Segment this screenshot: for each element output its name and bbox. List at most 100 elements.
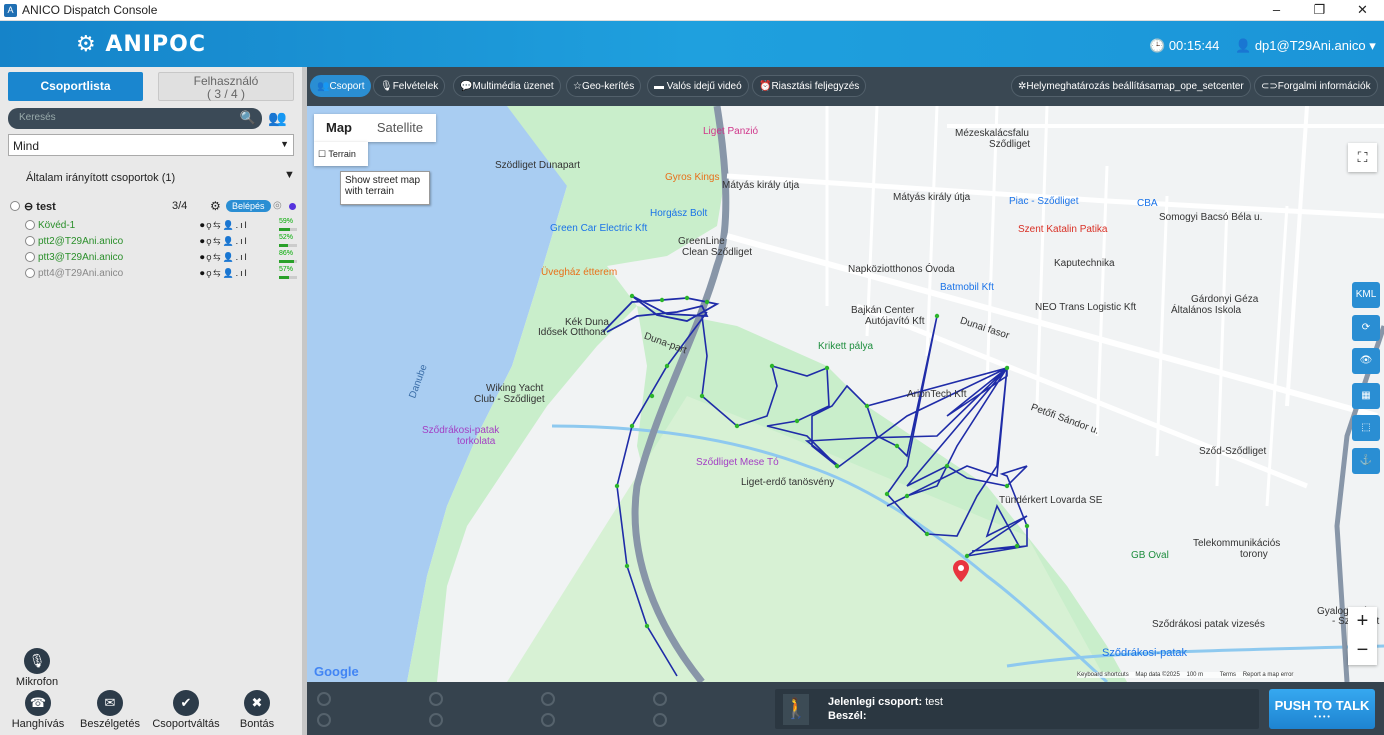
maximize-button[interactable]: ❐	[1298, 2, 1341, 18]
channel-slot[interactable]	[317, 692, 331, 706]
poi-label[interactable]: Green Car Electric Kft	[550, 223, 647, 234]
tool-location-settings[interactable]: ✲Helymeghatározás beállításamap_ope_setc…	[1011, 75, 1251, 97]
member-radio[interactable]	[25, 268, 35, 278]
tool-alarm-log[interactable]: ⏰Riasztási feljegyzés	[752, 75, 867, 97]
poi-label[interactable]: ArionTech Kft	[907, 389, 966, 400]
tool-multimedia[interactable]: 💬Multimédia üzenet	[453, 75, 561, 97]
channel-slot[interactable]	[541, 692, 555, 706]
member-action-icons[interactable]: ⏺⚲⇆👤.ıl	[200, 268, 249, 279]
tab-users[interactable]: Felhasználó ( 3 / 4 )	[158, 72, 294, 101]
poi-label[interactable]: Sződliget	[989, 139, 1030, 150]
poi-label[interactable]: Sződrákosi patak vizesés	[1152, 619, 1265, 630]
poi-label[interactable]: Sződ-Sződliget	[1199, 446, 1266, 457]
group-members-icon[interactable]: 👥	[268, 109, 287, 127]
poi-label[interactable]: Batmobil Kft	[940, 282, 994, 293]
collapse-icon[interactable]: ▼	[284, 169, 295, 181]
member-radio[interactable]	[25, 220, 35, 230]
member-row[interactable]: ptt4@T29Ani.anico ⏺⚲⇆👤.ıl 57%	[0, 266, 302, 282]
poi-label[interactable]: Kaputechnika	[1054, 258, 1115, 269]
disconnect-button[interactable]: ✖ Bontás	[232, 690, 282, 730]
member-action-icons[interactable]: ⏺⚲⇆👤.ıl	[200, 252, 249, 263]
channel-slot[interactable]	[653, 713, 667, 727]
member-radio[interactable]	[25, 236, 35, 246]
channel-slot[interactable]	[653, 692, 667, 706]
poi-label[interactable]: Piac - Sződliget	[1009, 196, 1078, 207]
microphone-button[interactable]: 🎙 Mikrofon	[12, 648, 62, 688]
poi-label[interactable]: torkolata	[457, 436, 495, 447]
poi-label[interactable]: Napköziotthonos Óvoda	[848, 264, 955, 275]
zoom-out-button[interactable]: −	[1348, 636, 1377, 665]
member-radio[interactable]	[25, 252, 35, 262]
group-switch-button[interactable]: ✔ Csoportváltás	[148, 690, 224, 730]
tool-live-video[interactable]: ▬ Valós idejű videó	[647, 75, 749, 97]
user-icon: 👤	[1235, 38, 1252, 53]
map-type-satellite[interactable]: Satellite	[364, 114, 436, 142]
gear-icon[interactable]: ⚙	[210, 199, 221, 213]
refresh-icon[interactable]: ⟳	[1352, 315, 1380, 341]
monitor-icon[interactable]: ◎	[273, 200, 282, 211]
zoom-in-button[interactable]: +	[1348, 607, 1377, 636]
map-view[interactable]: Liget Panzió Szödliget Dunapart Gyros Ki…	[307, 106, 1384, 682]
tool-traffic[interactable]: ⊂⊃Forgalmi információk	[1254, 75, 1378, 97]
channel-slot[interactable]	[541, 713, 555, 727]
poi-label[interactable]: Horgász Bolt	[650, 208, 707, 219]
kml-button[interactable]: KML	[1352, 282, 1380, 308]
map-type-map[interactable]: Map	[314, 114, 364, 142]
poi-label[interactable]: Autójavító Kft	[865, 316, 924, 327]
poi-label[interactable]: Liget Panzió	[703, 126, 758, 137]
poi-label[interactable]: CBA	[1137, 198, 1158, 209]
poi-label[interactable]: Sződliget Mese Tó	[696, 457, 779, 468]
poi-label[interactable]: GreenLine	[678, 236, 725, 247]
filter-select[interactable]: Mind ▼	[8, 134, 294, 156]
poi-label[interactable]: Üvegház étterem	[541, 267, 617, 278]
select-area-icon[interactable]: ⬚	[1352, 415, 1380, 441]
member-action-icons[interactable]: ⏺⚲⇆👤.ıl	[200, 220, 249, 231]
poi-label[interactable]: torony	[1240, 549, 1268, 560]
search-icon[interactable]: 🔍	[240, 110, 256, 126]
channel-slot[interactable]	[429, 713, 443, 727]
poi-label[interactable]: Bajkán Center	[851, 305, 914, 316]
fullscreen-icon[interactable]: ⛶	[1348, 143, 1377, 172]
poi-label[interactable]: Szent Katalin Patika	[1018, 224, 1108, 235]
poi-label[interactable]: Gyros Kings	[665, 172, 719, 183]
enter-group-button[interactable]: Belépés	[226, 200, 271, 212]
tool-recordings[interactable]: 🎙Felvételek	[373, 75, 446, 97]
channel-slot[interactable]	[429, 692, 443, 706]
member-row[interactable]: Kövéd-1 ⏺⚲⇆👤.ıl 59%	[0, 218, 302, 234]
poi-label[interactable]: Sződrákosi-patak	[422, 425, 499, 436]
push-to-talk-button[interactable]: PUSH TO TALK • • • •	[1269, 689, 1375, 729]
tool-geofence[interactable]: ☆Geo-kerítés	[566, 75, 642, 97]
poi-label[interactable]: Mézeskalácsfalu	[955, 128, 1029, 139]
poi-label[interactable]: GB Oval	[1131, 550, 1169, 561]
poi-label[interactable]: Általános Iskola	[1171, 305, 1241, 316]
poi-label[interactable]: NEO Trans Logistic Kft	[1035, 302, 1136, 313]
minimize-button[interactable]: –	[1255, 2, 1298, 18]
poi-label[interactable]: Krikett pálya	[818, 341, 873, 352]
poi-label[interactable]: Telekommunikációs	[1193, 538, 1280, 549]
tab-group-list[interactable]: Csoportlista	[8, 72, 143, 101]
poi-label[interactable]: Idősek Otthona	[538, 327, 606, 338]
group-row[interactable]: ⊖ test 3/4 ⚙ Belépés ◎	[0, 199, 302, 215]
poi-label[interactable]: Club - Sződliget	[474, 394, 545, 405]
search-input[interactable]: Keresés 🔍	[8, 108, 262, 129]
poi-label[interactable]: Wiking Yacht	[486, 383, 543, 394]
tool-group[interactable]: 👥Csoport	[310, 75, 372, 97]
member-row[interactable]: ptt3@T29Ani.anico ⏺⚲⇆👤.ıl 86%	[0, 250, 302, 266]
terrain-checkbox[interactable]: ☐ Terrain	[314, 142, 368, 166]
conversation-button[interactable]: ✉ Beszélgetés	[78, 690, 142, 730]
eye-icon[interactable]: 👁	[1352, 348, 1380, 374]
close-button[interactable]: ✕	[1341, 2, 1384, 18]
member-row[interactable]: ptt2@T29Ani.anico ⏺⚲⇆👤.ıl 52%	[0, 234, 302, 250]
user-menu[interactable]: 👤 dp1@T29Ani.anico ▾	[1235, 38, 1376, 54]
poi-label[interactable]: Gárdonyi Géza	[1191, 294, 1258, 305]
ruler-icon[interactable]: ▦	[1352, 383, 1380, 409]
poi-label[interactable]: Liget-erdő tanösvény	[741, 477, 834, 488]
poi-label[interactable]: Szödliget Dunapart	[495, 160, 580, 171]
anchor-icon[interactable]: ⚓	[1352, 448, 1380, 474]
poi-label[interactable]: Clean Sződliget	[682, 247, 752, 258]
member-action-icons[interactable]: ⏺⚲⇆👤.ıl	[200, 236, 249, 247]
voice-call-button[interactable]: ☎ Hanghívás	[8, 690, 68, 730]
poi-label[interactable]: Tündérkert Lovarda SE	[999, 495, 1102, 506]
group-radio[interactable]	[10, 201, 20, 211]
channel-slot[interactable]	[317, 713, 331, 727]
